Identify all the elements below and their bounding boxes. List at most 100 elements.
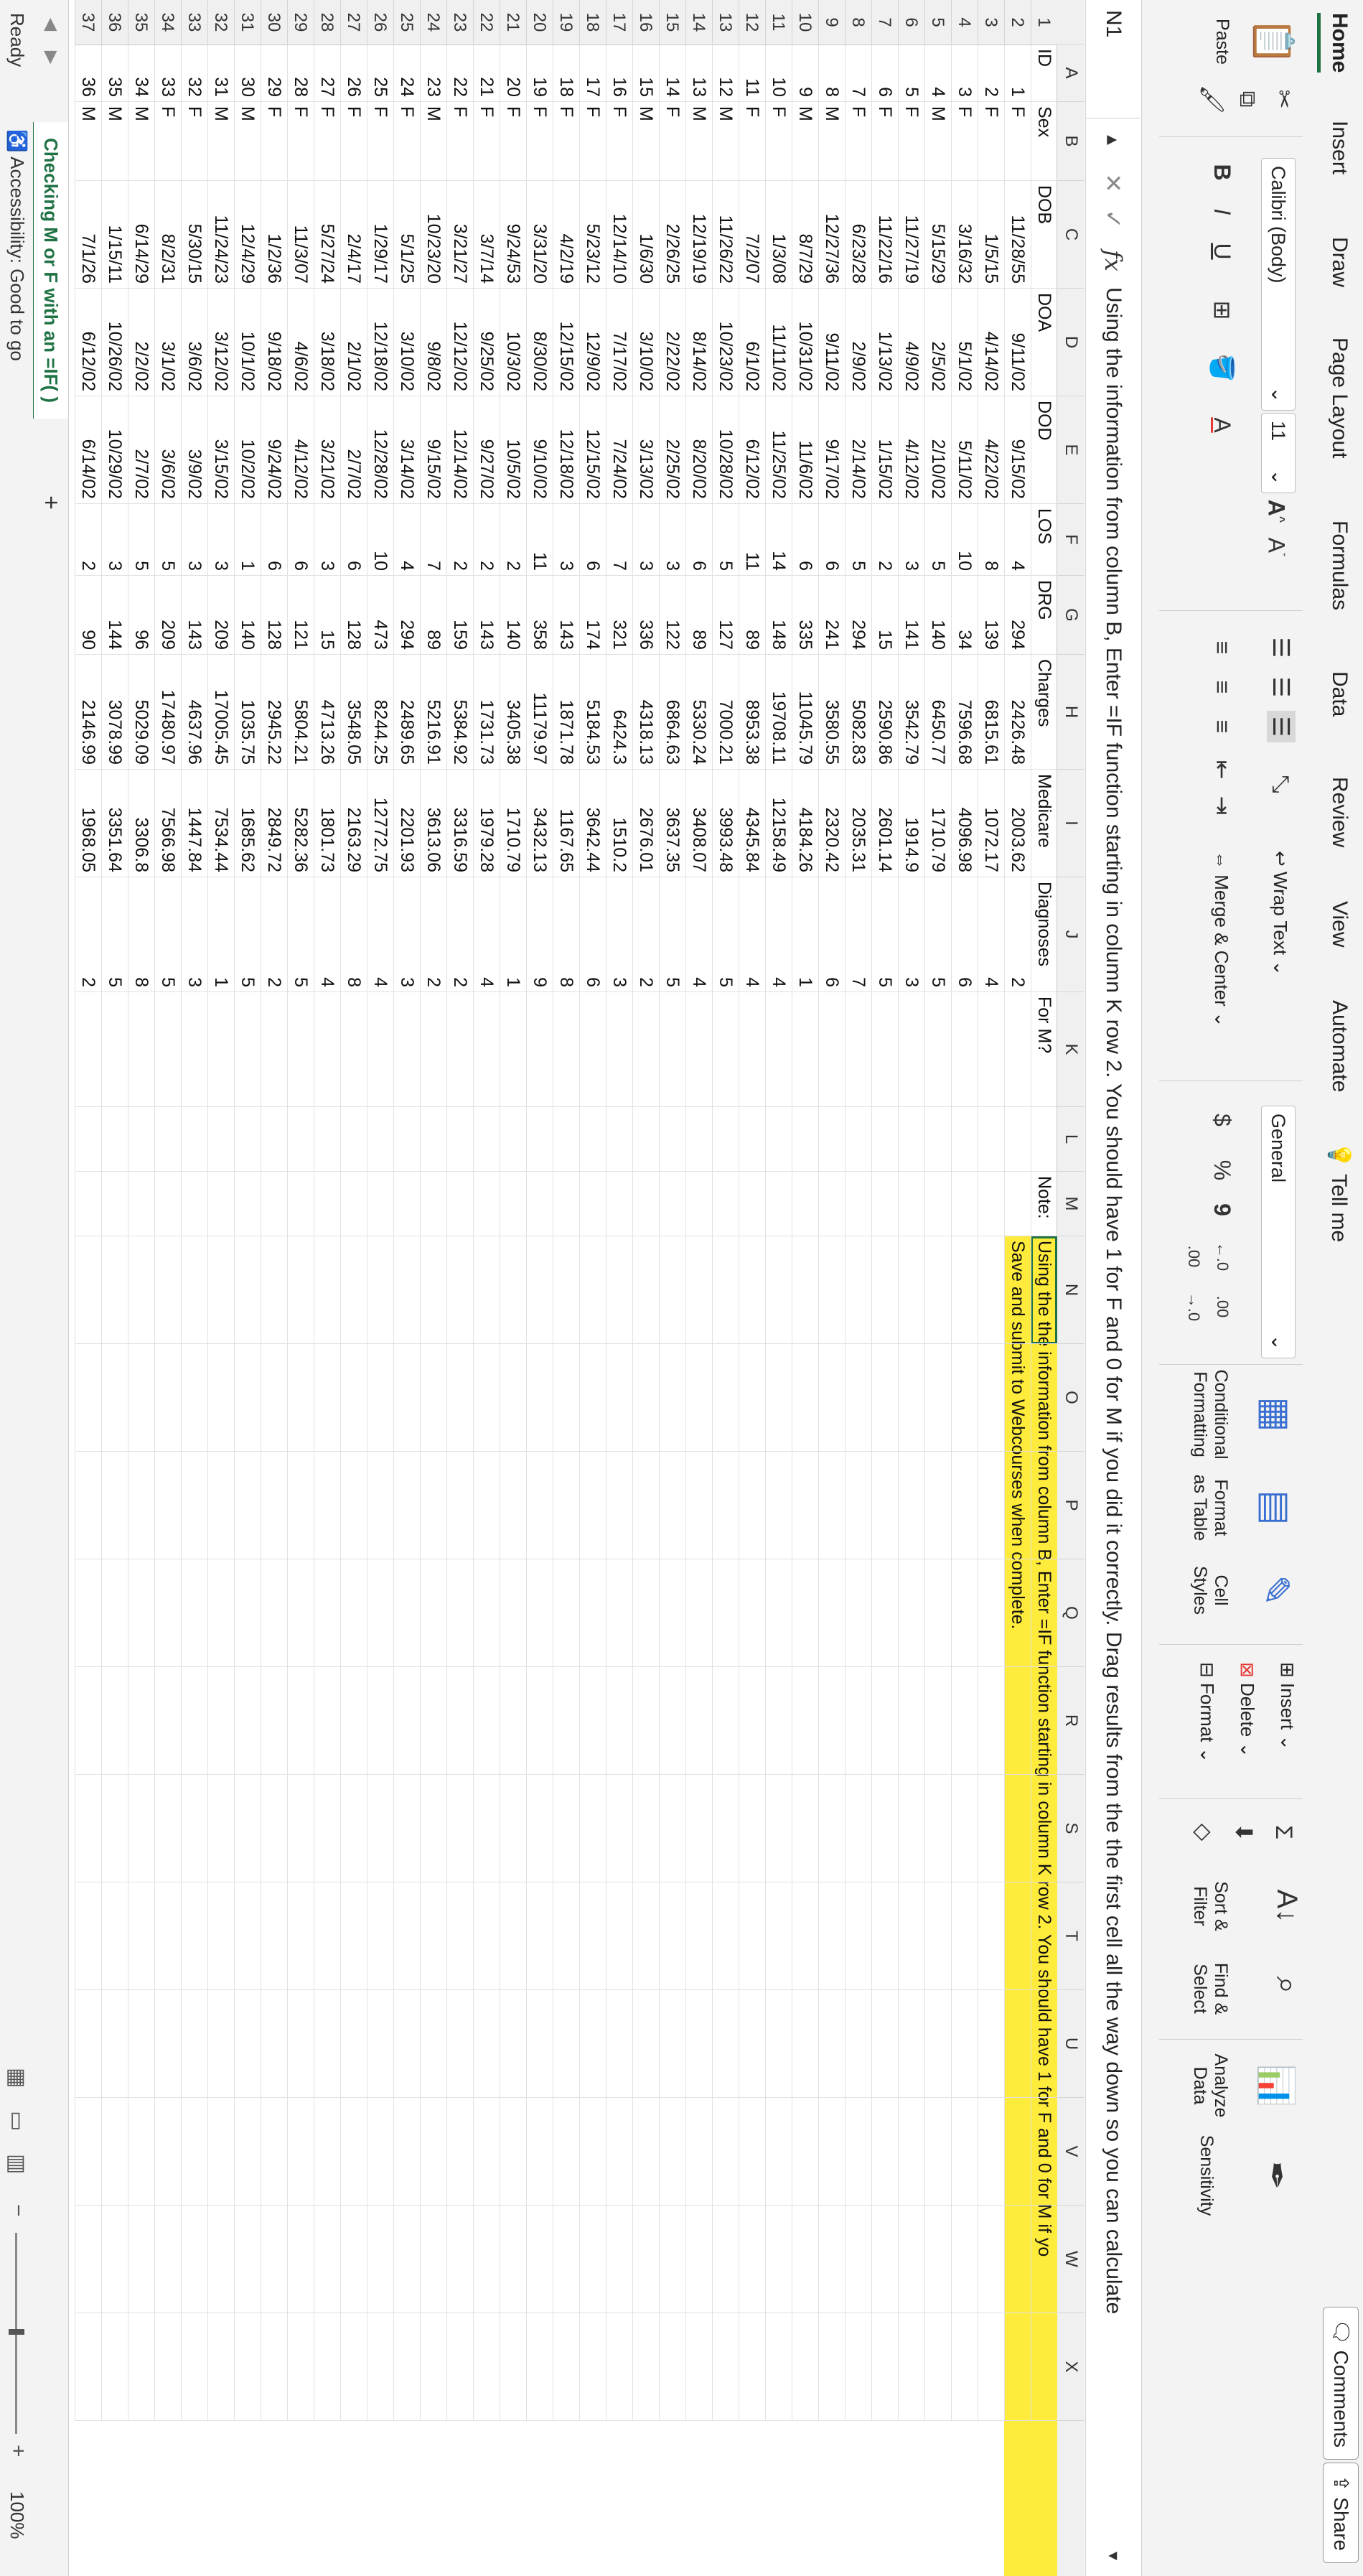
data-cell[interactable]: [765, 2206, 792, 2313]
data-cell[interactable]: 3078.99: [101, 655, 128, 770]
data-cell[interactable]: F: [579, 102, 606, 181]
data-cell[interactable]: [1004, 2313, 1031, 2421]
data-cell[interactable]: [287, 1559, 314, 1667]
data-cell[interactable]: 2/5/02: [924, 289, 951, 396]
header-cell[interactable]: [1031, 1775, 1057, 1882]
data-cell[interactable]: 128: [340, 576, 367, 655]
data-cell[interactable]: [207, 2206, 234, 2313]
data-cell[interactable]: 7: [845, 45, 871, 102]
data-cell[interactable]: [871, 1990, 898, 2098]
data-cell[interactable]: [685, 1452, 712, 1559]
expand-icon[interactable]: ▴: [1099, 126, 1128, 154]
align-center-icon[interactable]: ≡: [1208, 671, 1237, 703]
data-cell[interactable]: [261, 2313, 287, 2421]
fill-color-icon[interactable]: 🪣: [1208, 352, 1237, 383]
data-cell[interactable]: [446, 1107, 473, 1172]
data-cell[interactable]: 4: [1004, 504, 1031, 576]
data-cell[interactable]: F: [606, 102, 632, 181]
data-cell[interactable]: [420, 1452, 446, 1559]
row-header[interactable]: 14: [685, 0, 712, 45]
data-cell[interactable]: 140: [500, 576, 526, 655]
row-header[interactable]: 5: [924, 0, 951, 45]
data-cell[interactable]: 7000.21: [712, 655, 739, 770]
data-cell[interactable]: 2489.65: [393, 655, 420, 770]
data-cell[interactable]: [818, 1667, 845, 1775]
data-cell[interactable]: [765, 1990, 792, 2098]
data-cell[interactable]: [924, 2313, 951, 2421]
data-cell[interactable]: [101, 1236, 128, 1344]
data-cell[interactable]: [739, 992, 765, 1107]
data-cell[interactable]: [765, 2098, 792, 2206]
align-top-icon[interactable]: ☰: [1267, 632, 1296, 663]
data-cell[interactable]: [473, 1236, 500, 1344]
data-cell[interactable]: [553, 1172, 579, 1236]
data-cell[interactable]: [871, 1667, 898, 1775]
data-cell[interactable]: [500, 1990, 526, 2098]
data-cell[interactable]: [181, 1559, 207, 1667]
data-cell[interactable]: [898, 2206, 924, 2313]
data-cell[interactable]: [75, 1882, 101, 1990]
data-cell[interactable]: 2: [500, 504, 526, 576]
row-header[interactable]: 27: [340, 0, 367, 45]
data-cell[interactable]: [181, 1172, 207, 1236]
data-cell[interactable]: 33: [154, 45, 181, 102]
row-header[interactable]: 9: [818, 0, 845, 45]
data-cell[interactable]: [393, 1882, 420, 1990]
data-cell[interactable]: 10/23/02: [712, 289, 739, 396]
data-cell[interactable]: 4/22/02: [978, 396, 1004, 504]
data-cell[interactable]: 2/26/25: [659, 181, 685, 289]
data-cell[interactable]: 12/12/02: [446, 289, 473, 396]
data-cell[interactable]: 36: [75, 45, 101, 102]
data-cell[interactable]: [978, 1172, 1004, 1236]
data-cell[interactable]: [765, 2313, 792, 2421]
conditional-formatting-icon[interactable]: ▦: [1250, 1386, 1301, 1443]
data-cell[interactable]: [951, 1172, 978, 1236]
data-cell[interactable]: [553, 1990, 579, 2098]
data-cell[interactable]: [154, 992, 181, 1107]
data-cell[interactable]: [951, 2313, 978, 2421]
data-cell[interactable]: 2163.29: [340, 770, 367, 877]
data-cell[interactable]: 2/1/02: [340, 289, 367, 396]
row-header[interactable]: 34: [154, 0, 181, 45]
data-cell[interactable]: [659, 2206, 685, 2313]
data-cell[interactable]: 2: [473, 504, 500, 576]
data-cell[interactable]: 5: [659, 877, 685, 992]
data-cell[interactable]: [154, 2313, 181, 2421]
data-cell[interactable]: [606, 1344, 632, 1452]
prev-sheet-icon[interactable]: ◀: [37, 10, 65, 39]
data-cell[interactable]: [128, 1452, 154, 1559]
data-cell[interactable]: [712, 1236, 739, 1344]
data-cell[interactable]: 5/1/25: [393, 181, 420, 289]
sheet-tab-active[interactable]: Checking M or F with an =IF( ): [31, 122, 68, 419]
data-cell[interactable]: [818, 1172, 845, 1236]
data-cell[interactable]: [685, 1107, 712, 1172]
data-cell[interactable]: [101, 1107, 128, 1172]
data-cell[interactable]: [659, 1667, 685, 1775]
data-cell[interactable]: 2: [446, 504, 473, 576]
data-cell[interactable]: [101, 1172, 128, 1236]
data-cell[interactable]: 6: [871, 45, 898, 102]
data-cell[interactable]: [181, 1667, 207, 1775]
data-cell[interactable]: [420, 1172, 446, 1236]
data-cell[interactable]: [951, 1667, 978, 1775]
data-cell[interactable]: 4/14/02: [978, 289, 1004, 396]
data-cell[interactable]: [1004, 2206, 1031, 2313]
data-cell[interactable]: 4637.96: [181, 655, 207, 770]
data-cell[interactable]: [473, 1559, 500, 1667]
data-cell[interactable]: 1: [792, 877, 818, 992]
data-cell[interactable]: [978, 1559, 1004, 1667]
data-cell[interactable]: 3: [181, 877, 207, 992]
data-cell[interactable]: 10/2/02: [234, 396, 261, 504]
data-cell[interactable]: [287, 992, 314, 1107]
data-cell[interactable]: [978, 992, 1004, 1107]
data-cell[interactable]: [420, 2098, 446, 2206]
expand-formula-icon[interactable]: ▾: [1099, 2542, 1128, 2570]
data-cell[interactable]: [818, 2206, 845, 2313]
data-cell[interactable]: F: [978, 102, 1004, 181]
data-cell[interactable]: [845, 2206, 871, 2313]
data-cell[interactable]: [845, 1452, 871, 1559]
data-cell[interactable]: 3580.55: [818, 655, 845, 770]
data-cell[interactable]: [314, 1775, 340, 1882]
data-cell[interactable]: [340, 1882, 367, 1990]
row-header[interactable]: 18: [579, 0, 606, 45]
